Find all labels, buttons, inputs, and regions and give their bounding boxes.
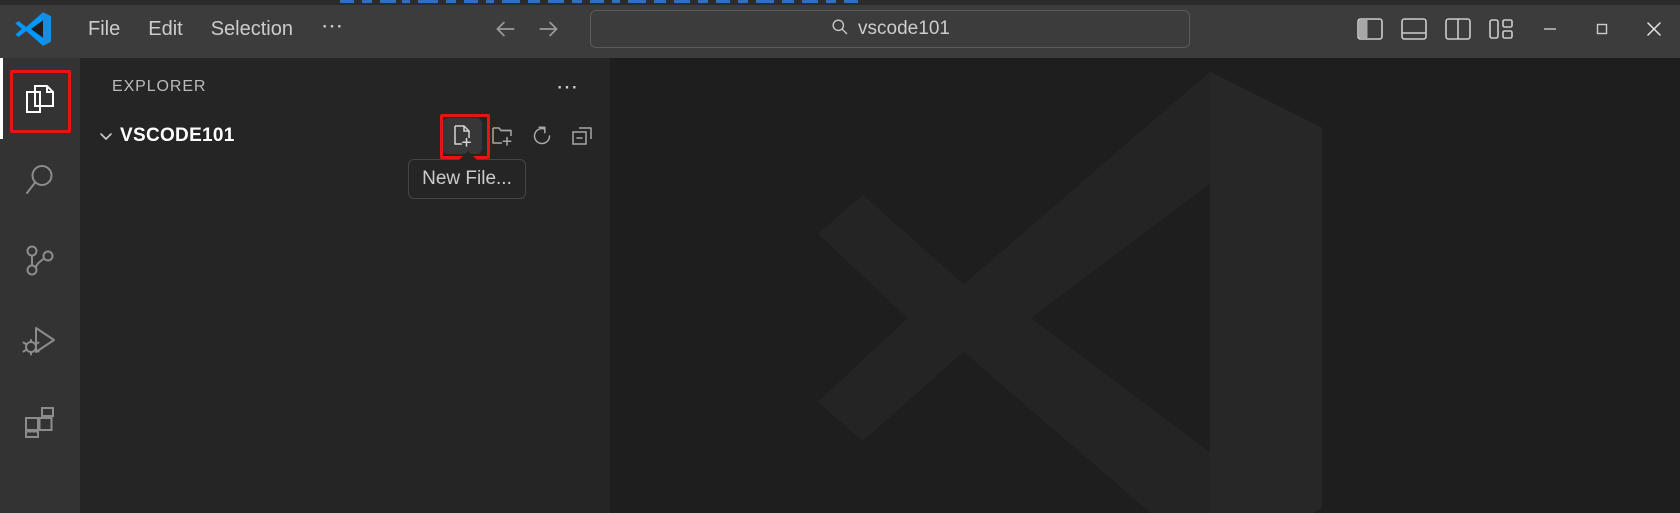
customize-layout-button[interactable]	[1480, 0, 1524, 58]
window-top-edge-artifact	[0, 0, 1680, 5]
menu-edit[interactable]: Edit	[134, 13, 196, 45]
collapse-folders-button[interactable]	[562, 118, 602, 154]
arrow-left-icon[interactable]	[490, 14, 520, 44]
title-bar: File Edit Selection ⋯ vscode101	[0, 0, 1680, 58]
command-center-search[interactable]: vscode101	[590, 10, 1190, 48]
vscode-logo-icon	[10, 6, 56, 52]
menu-file[interactable]: File	[74, 13, 134, 45]
arrow-right-icon[interactable]	[534, 14, 564, 44]
chevron-down-icon[interactable]	[92, 126, 120, 146]
window-close-button[interactable]	[1628, 0, 1680, 58]
activity-item-run-debug[interactable]	[0, 301, 80, 382]
vscode-window: File Edit Selection ⋯ vscode101 EXPLORER…	[0, 0, 1680, 513]
window-minimize-button[interactable]	[1524, 0, 1576, 58]
activity-item-explorer[interactable]	[0, 58, 80, 139]
title-bar-left: File Edit Selection ⋯	[0, 0, 359, 58]
activity-item-source-control[interactable]	[0, 220, 80, 301]
folder-name-label: VSCODE101	[120, 125, 235, 146]
activity-item-search[interactable]	[0, 139, 80, 220]
command-center-value: vscode101	[858, 18, 950, 39]
new-file-tooltip: New File...	[408, 159, 526, 199]
window-maximize-button[interactable]	[1576, 0, 1628, 58]
toggle-primary-sidebar-button[interactable]	[1348, 0, 1392, 58]
new-file-button[interactable]	[442, 118, 482, 154]
refresh-explorer-button[interactable]	[522, 118, 562, 154]
search-icon	[830, 17, 849, 41]
new-folder-button[interactable]	[482, 118, 522, 154]
menu-selection[interactable]: Selection	[197, 13, 307, 45]
explorer-sidebar: EXPLORER ⋯ VSCODE101	[80, 58, 610, 513]
explorer-views-menu-button[interactable]: ⋯	[550, 76, 586, 98]
explorer-title: EXPLORER	[112, 78, 207, 95]
folder-row-vscode101[interactable]: VSCODE101	[80, 116, 610, 156]
toggle-panel-button[interactable]	[1392, 0, 1436, 58]
vscode-watermark-logo	[790, 58, 1350, 513]
tooltip-arrow	[459, 151, 477, 160]
activity-bar	[0, 58, 80, 513]
title-bar-right	[1348, 0, 1680, 58]
tooltip-label: New File...	[422, 168, 512, 189]
menu-overflow-button[interactable]: ⋯	[307, 15, 359, 43]
editor-area	[610, 58, 1680, 513]
explorer-header: EXPLORER ⋯	[80, 58, 610, 116]
navigation-arrows	[490, 14, 564, 44]
toggle-secondary-sidebar-button[interactable]	[1436, 0, 1480, 58]
explorer-actions-toolbar	[442, 116, 610, 156]
activity-item-extensions[interactable]	[0, 382, 80, 463]
